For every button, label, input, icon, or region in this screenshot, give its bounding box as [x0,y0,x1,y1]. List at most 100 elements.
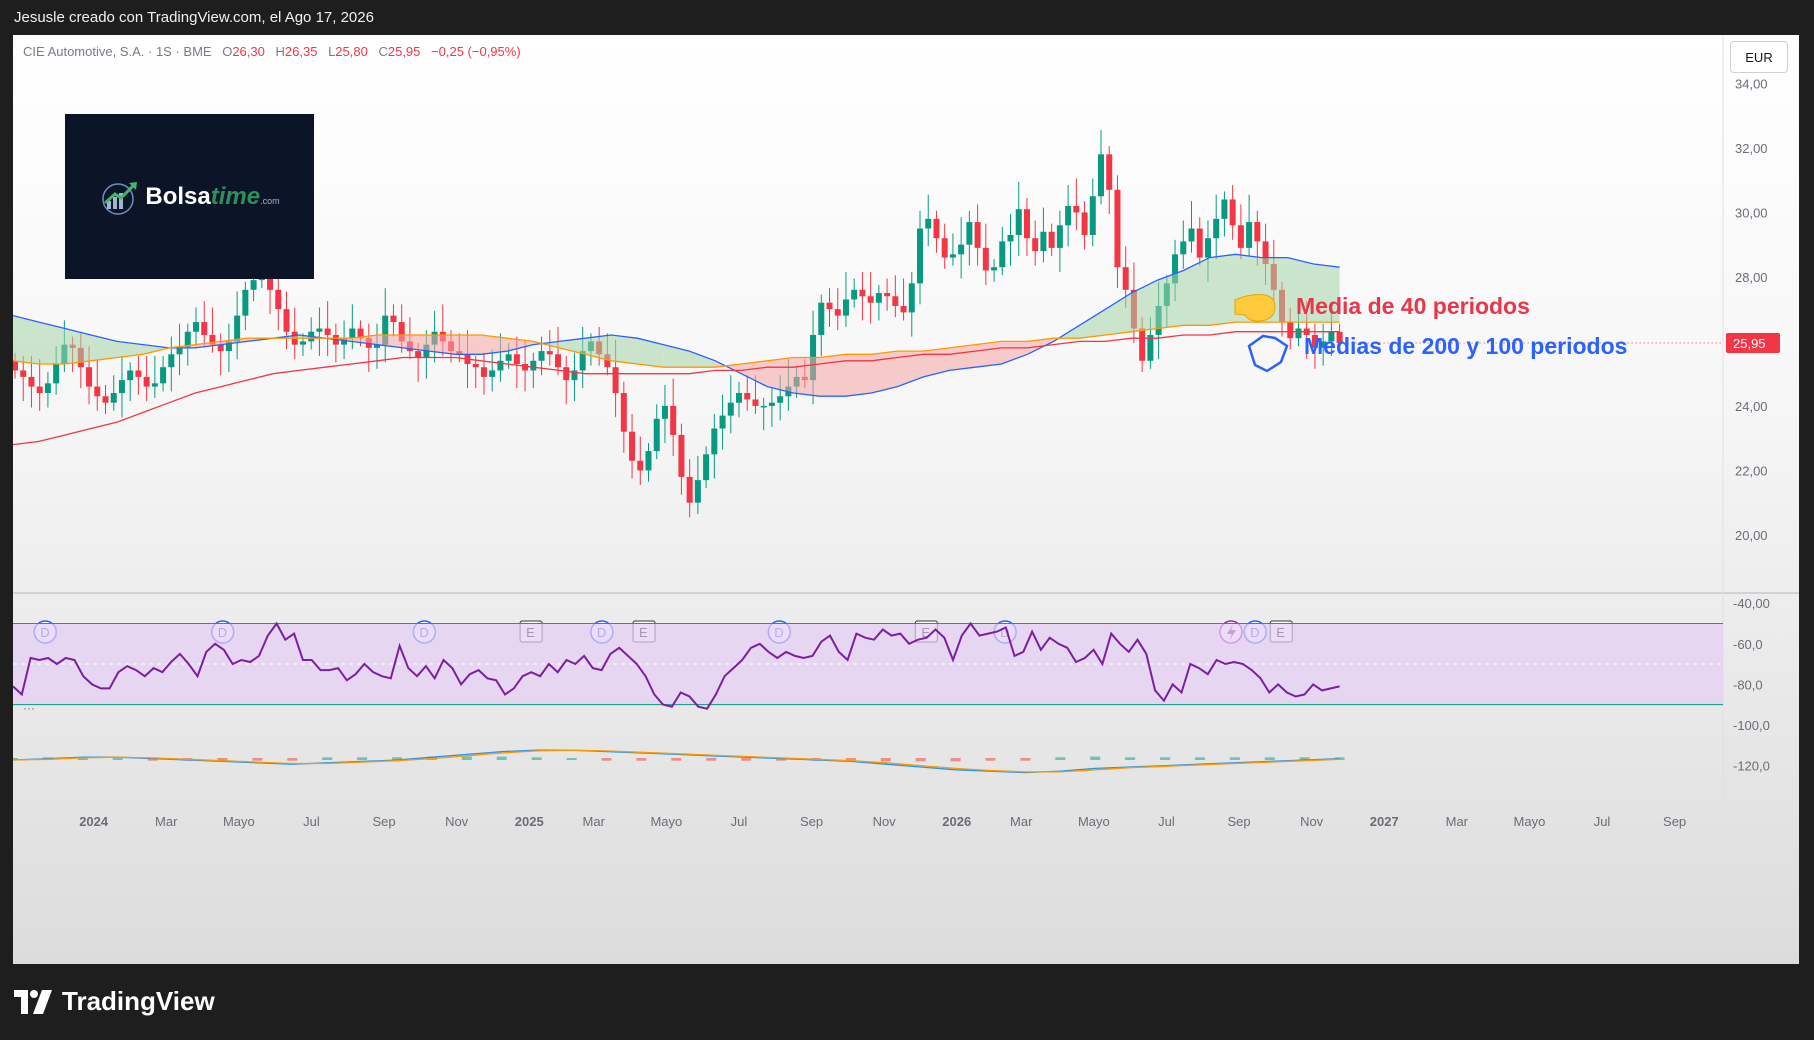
candle-body[interactable] [28,376,35,387]
candle-body[interactable] [842,299,849,316]
candle-body[interactable] [694,480,701,503]
candle-body[interactable] [242,289,249,316]
candle-body[interactable] [703,454,710,481]
candle-body[interactable] [629,431,636,461]
candle-body[interactable] [415,351,422,358]
candle-body[interactable] [234,315,241,342]
candle-body[interactable] [620,393,627,432]
candle-body[interactable] [1032,238,1039,252]
candle-body[interactable] [176,347,183,355]
chart-area[interactable]: 34,0032,0030,0028,0026,0024,0022,0020,00… [13,35,1799,964]
candle-body[interactable] [1073,205,1080,213]
candle-body[interactable] [349,328,356,339]
candle-body[interactable] [999,241,1006,268]
candle-body[interactable] [719,415,726,429]
candle-body[interactable] [316,328,323,332]
currency-button[interactable]: EUR [1730,41,1788,73]
candle-body[interactable] [1295,328,1302,339]
candle-body[interactable] [637,460,644,471]
candle-body[interactable] [1023,209,1030,239]
candle-body[interactable] [563,367,570,381]
candle-body[interactable] [127,370,134,381]
candle-body[interactable] [44,383,51,394]
candle-body[interactable] [760,405,767,408]
symbol-name[interactable]: CIE Automotive, S.A. · 1S · BME [23,44,212,59]
candle-body[interactable] [1221,199,1228,219]
candle-body[interactable] [958,244,965,255]
candle-body[interactable] [522,363,529,371]
candle-body[interactable] [768,402,775,406]
candle-body[interactable] [94,386,101,397]
candle-body[interactable] [711,428,718,455]
candle-body[interactable] [834,309,841,316]
candle-body[interactable] [217,344,224,352]
candle-body[interactable] [875,293,882,303]
candle-body[interactable] [1237,225,1244,248]
candle-body[interactable] [275,289,282,310]
candle-body[interactable] [612,367,619,394]
candle-body[interactable] [1007,234,1014,242]
candle-body[interactable] [13,360,18,371]
candle-body[interactable] [867,296,874,303]
candle-body[interactable] [892,296,899,306]
candle-body[interactable] [1204,238,1211,258]
candle-body[interactable] [1114,189,1121,268]
candle-body[interactable] [777,396,784,403]
candle-body[interactable] [917,228,924,284]
candle-body[interactable] [678,434,685,477]
candle-body[interactable] [36,386,43,394]
candle-body[interactable] [1040,231,1047,252]
candle-body[interactable] [966,222,973,245]
candle-body[interactable] [1106,154,1113,190]
candle-body[interactable] [941,238,948,258]
candle-body[interactable] [546,351,553,355]
candle-body[interactable] [900,305,907,313]
candle-body[interactable] [1065,205,1072,226]
candle-body[interactable] [933,218,940,239]
candle-body[interactable] [143,376,150,387]
candle-body[interactable] [283,309,290,332]
candle-body[interactable] [20,370,27,377]
candle-body[interactable] [645,451,652,471]
candle-body[interactable] [925,218,932,229]
candle-body[interactable] [86,367,93,387]
candle-body[interactable] [53,363,60,384]
candle-body[interactable] [530,360,537,371]
candle-body[interactable] [1229,199,1236,226]
candle-body[interactable] [949,254,956,258]
candle-body[interactable] [110,393,117,403]
candle-body[interactable] [982,247,989,271]
candle-body[interactable] [489,370,496,377]
candle-body[interactable] [1015,209,1022,235]
candle-body[interactable] [661,405,668,419]
candle-body[interactable] [752,399,759,406]
candle-body[interactable] [1139,328,1146,361]
candle-body[interactable] [670,405,677,435]
candle-body[interactable] [168,354,175,368]
candle-body[interactable] [513,354,520,364]
candle-body[interactable] [390,315,397,323]
candle-body[interactable] [135,370,142,377]
candle-body[interactable] [1056,225,1063,248]
candle-body[interactable] [324,328,331,335]
candle-body[interactable] [818,302,825,335]
candle-body[interactable] [974,222,981,248]
candle-body[interactable] [505,354,512,361]
candle-body[interactable] [736,393,743,403]
candle-body[interactable] [299,341,306,345]
candle-body[interactable] [1196,228,1203,258]
candle-body[interactable] [908,283,915,313]
candle-body[interactable] [102,396,109,403]
candle-body[interactable] [160,367,167,384]
candle-body[interactable] [118,380,125,394]
candle-body[interactable] [1213,218,1220,239]
candle-body[interactable] [1081,212,1088,235]
candle-body[interactable] [1188,228,1195,242]
candle-body[interactable] [826,302,833,310]
candle-body[interactable] [1089,196,1096,235]
candle-body[interactable] [1098,154,1105,197]
candle-body[interactable] [538,351,545,361]
candle-body[interactable] [480,367,487,377]
candle-body[interactable] [851,289,858,300]
candle-body[interactable] [151,383,158,387]
